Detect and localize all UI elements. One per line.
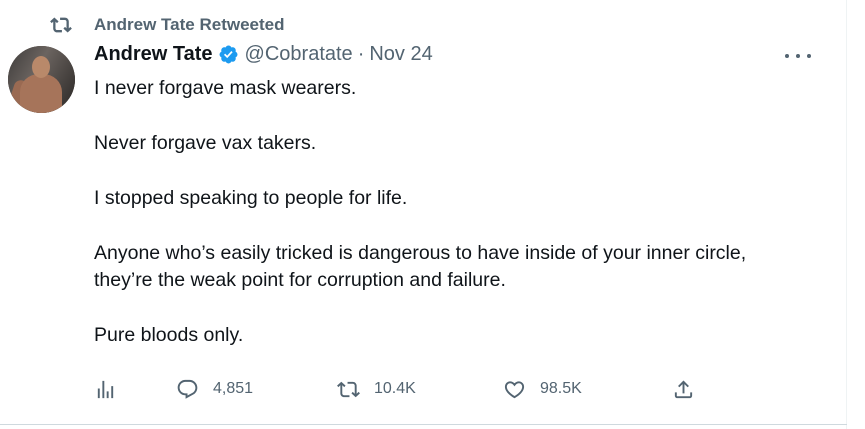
retweeted-by-label: Andrew Tate Retweeted	[94, 15, 285, 34]
tweet-text: I never forgave mask wearers. Never forg…	[94, 75, 794, 349]
dot	[807, 54, 811, 58]
retweet-icon	[337, 381, 360, 397]
reply-icon	[177, 379, 198, 399]
like-button[interactable]: 98.5K	[503, 375, 582, 403]
divider	[846, 0, 847, 429]
tweet-paragraph: Pure bloods only.	[94, 324, 244, 346]
analytics-button[interactable]	[94, 375, 117, 403]
tweet-paragraph: I stopped speaking to people for life.	[94, 187, 408, 209]
tweet-paragraph: I never forgave mask wearers.	[94, 77, 357, 99]
avatar-body	[20, 74, 62, 113]
share-button[interactable]	[672, 375, 695, 403]
share-icon	[674, 379, 693, 398]
more-options-icon[interactable]	[785, 46, 811, 66]
tweet-paragraph: Anyone who’s easily tricked is dangerous…	[94, 242, 747, 291]
verified-badge-icon[interactable]	[218, 44, 239, 65]
heart-icon	[504, 380, 525, 398]
tweet-card[interactable]: Andrew Tate Retweeted Andrew Tate @Cobra…	[0, 0, 865, 429]
tweet-header: Andrew Tate @Cobratate · Nov 24	[94, 43, 433, 66]
dot	[785, 54, 789, 58]
retweet-icon	[50, 17, 72, 33]
dot	[796, 54, 800, 58]
retweet-button[interactable]: 10.4K	[337, 375, 416, 403]
author-handle[interactable]: @Cobratate	[245, 43, 353, 66]
tweet-paragraph: Never forgave vax takers.	[94, 132, 317, 154]
reply-button[interactable]: 4,851	[176, 375, 253, 403]
avatar[interactable]	[8, 46, 75, 113]
tweet-date[interactable]: Nov 24	[369, 43, 432, 66]
avatar-head	[32, 56, 50, 78]
retweet-count: 10.4K	[374, 380, 416, 397]
like-count: 98.5K	[540, 380, 582, 397]
reply-count: 4,851	[213, 380, 254, 397]
retweeted-by[interactable]: Andrew Tate Retweeted	[50, 14, 285, 36]
separator-dot: ·	[357, 43, 365, 65]
divider	[0, 424, 847, 425]
analytics-icon	[97, 380, 114, 398]
author-name[interactable]: Andrew Tate	[94, 43, 213, 66]
